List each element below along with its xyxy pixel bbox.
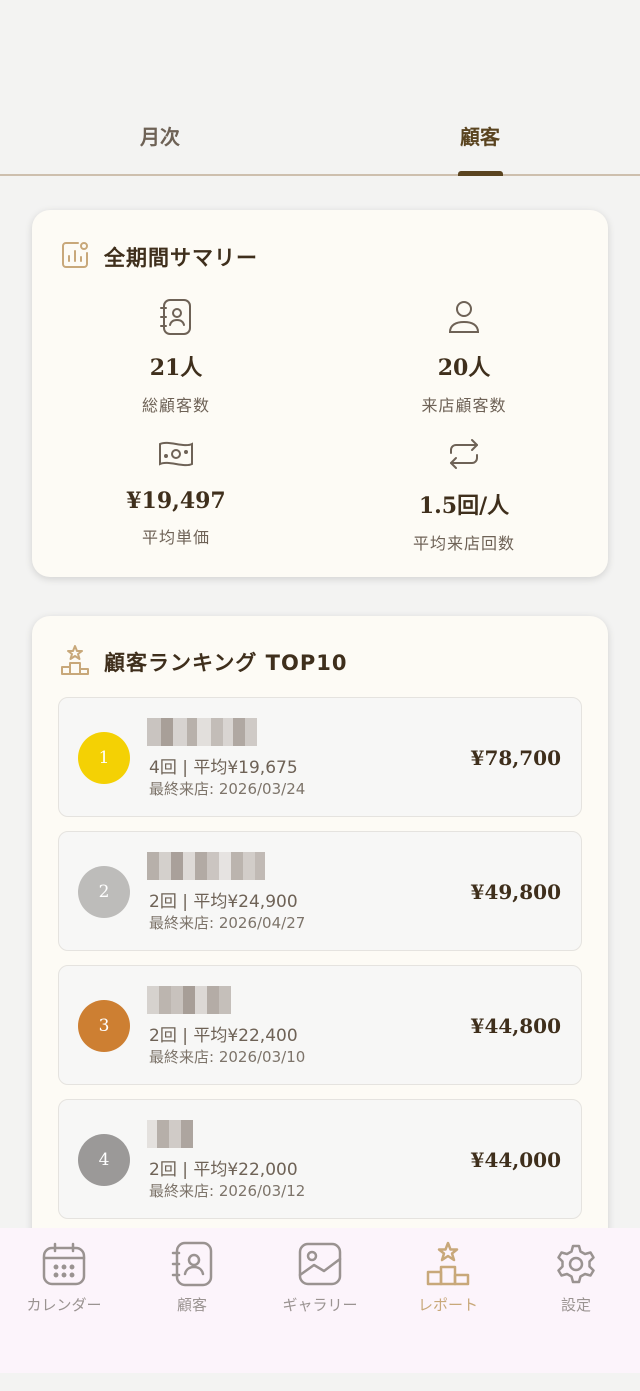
rank-total-amount: ¥49,800 [470,880,561,904]
active-tab-indicator [458,171,503,176]
stat-label: 来店顧客数 [421,396,507,415]
chart-report-icon [60,240,90,274]
stat-value: 21人 [149,355,203,381]
summary-title: 全期間サマリー [104,246,258,270]
report-tabs: 月次 顧客 [0,96,640,176]
system-nav-bar [0,1373,640,1391]
ranking-row[interactable]: 3 2回 | 平均¥22,400 最終来店: 2026/03/10 ¥44,80… [58,965,582,1085]
tab-monthly[interactable]: 月次 [0,96,320,174]
gear-icon [512,1240,640,1288]
contact-book-icon [32,298,320,338]
rank-last-visit: 最終来店: 2026/03/12 [149,1182,306,1200]
ranking-card: 顧客ランキング TOP10 1 4回 | 平均¥19,675 最終来店: 202… [32,616,608,1256]
stat-value: ¥19,497 [126,488,226,514]
report-podium-icon [384,1240,512,1288]
nav-gallery[interactable]: ギャラリー [256,1240,384,1315]
stat-value: 20人 [437,355,491,381]
money-bill-icon [32,436,320,476]
ranking-row[interactable]: 2 2回 | 平均¥24,900 最終来店: 2026/04/27 ¥49,80… [58,831,582,951]
nav-settings[interactable]: 設定 [512,1240,640,1315]
rank-last-visit: 最終来店: 2026/04/27 [149,914,306,932]
stat-average-price: ¥19,497 平均単価 [32,436,320,548]
gallery-icon [256,1240,384,1288]
stat-visiting-customers: 20人 来店顧客数 [320,298,608,416]
nav-label: カレンダー [26,1296,102,1314]
summary-header: 全期間サマリー [60,240,258,274]
calendar-icon [0,1240,128,1288]
bottom-navigation: カレンダー 顧客 ギャラリー レポート 設定 [0,1228,640,1373]
customer-name-redacted [147,852,265,880]
nav-label: 設定 [560,1296,591,1314]
rank-total-amount: ¥78,700 [470,746,561,770]
ranking-row[interactable]: 4 2回 | 平均¥22,000 最終来店: 2026/03/12 ¥44,00… [58,1099,582,1219]
rank-medal: 3 [78,1000,130,1052]
rank-total-amount: ¥44,800 [470,1014,561,1038]
customer-name-redacted [147,1120,193,1148]
podium-icon [60,644,90,680]
nav-report[interactable]: レポート [384,1240,512,1315]
summary-card: 全期間サマリー 21人 総顧客数 20人 来店顧客数 ¥19,497 平均単価 … [32,210,608,577]
contacts-icon [128,1240,256,1288]
tab-customers[interactable]: 顧客 [320,96,640,174]
customer-name-redacted [147,986,231,1014]
repeat-icon [320,436,608,476]
nav-label: ギャラリー [282,1296,358,1314]
rank-medal: 4 [78,1134,130,1186]
nav-calendar[interactable]: カレンダー [0,1240,128,1315]
stat-label: 平均来店回数 [412,534,515,553]
rank-last-visit: 最終来店: 2026/03/24 [149,780,306,798]
nav-label: 顧客 [176,1296,207,1314]
rank-visit-stats: 2回 | 平均¥22,000 [149,1160,298,1180]
ranking-title: 顧客ランキング TOP10 [104,651,348,675]
rank-medal: 2 [78,866,130,918]
stat-label: 総顧客数 [141,396,210,415]
rank-visit-stats: 2回 | 平均¥22,400 [149,1026,298,1046]
nav-customers[interactable]: 顧客 [128,1240,256,1315]
stat-value: 1.5回/人 [418,493,510,519]
person-icon [320,298,608,338]
ranking-row[interactable]: 1 4回 | 平均¥19,675 最終来店: 2026/03/24 ¥78,70… [58,697,582,817]
customer-name-redacted [147,718,257,746]
stat-total-customers: 21人 総顧客数 [32,298,320,416]
stat-average-visits: 1.5回/人 平均来店回数 [320,436,608,554]
rank-visit-stats: 2回 | 平均¥24,900 [149,892,298,912]
rank-medal: 1 [78,732,130,784]
rank-total-amount: ¥44,000 [470,1148,561,1172]
rank-visit-stats: 4回 | 平均¥19,675 [149,758,298,778]
nav-label: レポート [417,1296,478,1314]
stat-label: 平均単価 [141,528,210,547]
ranking-header: 顧客ランキング TOP10 [60,644,347,680]
rank-last-visit: 最終来店: 2026/03/10 [149,1048,306,1066]
